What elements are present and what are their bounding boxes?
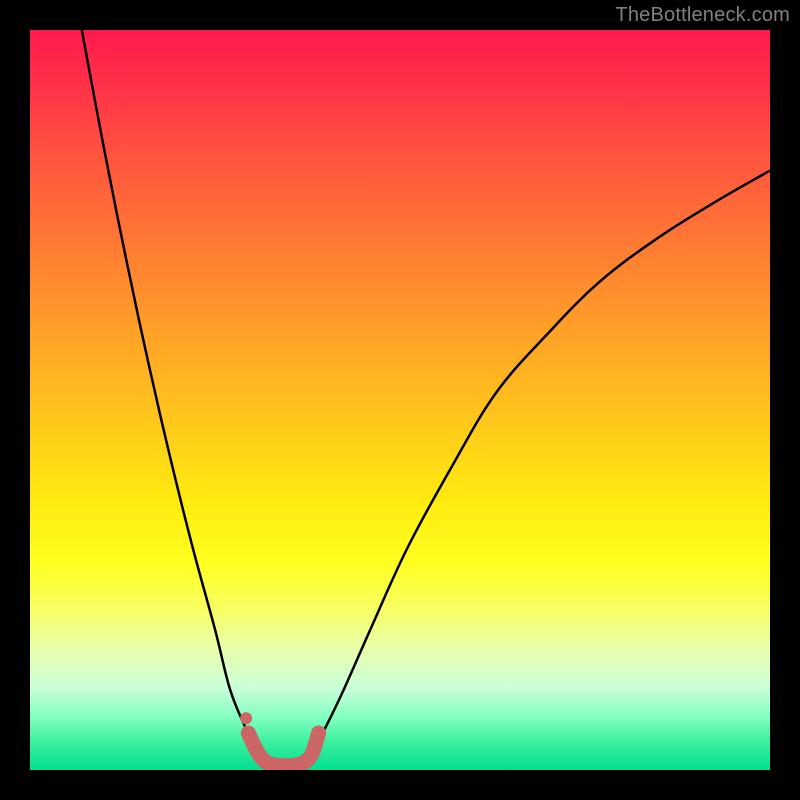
curve-layer [30, 30, 770, 770]
curve-left-branch [82, 30, 267, 763]
valley-highlight [248, 733, 318, 766]
watermark-text: TheBottleneck.com [615, 4, 790, 27]
curve-right-branch [304, 171, 770, 763]
plot-area [30, 30, 770, 770]
chart-frame: TheBottleneck.com [0, 0, 800, 800]
highlight-dot [240, 712, 252, 724]
